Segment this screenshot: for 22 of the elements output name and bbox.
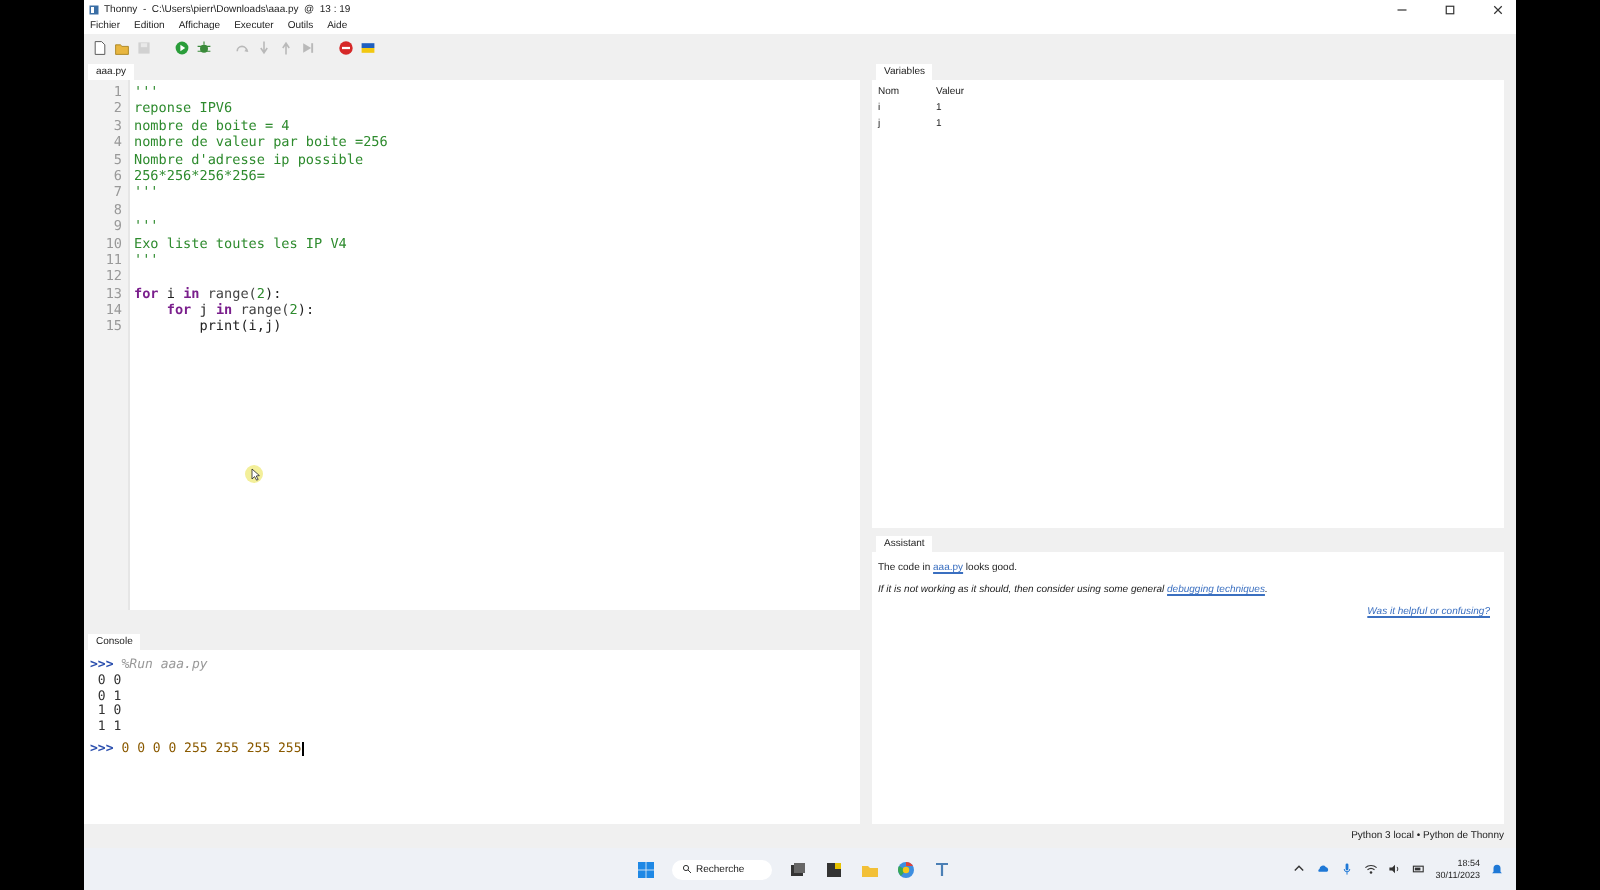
mouse-pointer-icon <box>244 464 264 484</box>
minimize-icon[interactable] <box>1396 3 1408 15</box>
search-icon <box>682 864 692 874</box>
start-icon[interactable] <box>636 859 656 879</box>
run-icon[interactable] <box>174 39 190 55</box>
wifi-icon[interactable] <box>1363 862 1378 876</box>
browser-icon[interactable] <box>896 859 917 879</box>
battery-icon[interactable] <box>1411 862 1426 876</box>
flag-icon[interactable] <box>360 39 376 55</box>
maximize-icon[interactable] <box>1444 3 1456 15</box>
cloud-icon[interactable] <box>1315 862 1330 876</box>
new-file-icon[interactable] <box>92 39 108 55</box>
bug-icon[interactable] <box>196 39 212 55</box>
chevron-up-icon[interactable] <box>1291 862 1306 876</box>
speaker-icon[interactable] <box>1387 862 1402 876</box>
close-icon[interactable] <box>1492 3 1504 15</box>
bell-icon[interactable] <box>1490 862 1504 876</box>
microphone-icon[interactable] <box>1339 862 1354 876</box>
task-view-icon[interactable] <box>788 859 809 879</box>
stop-icon[interactable] <box>338 39 354 55</box>
folder-icon[interactable] <box>114 39 130 55</box>
text-caret <box>301 742 304 757</box>
